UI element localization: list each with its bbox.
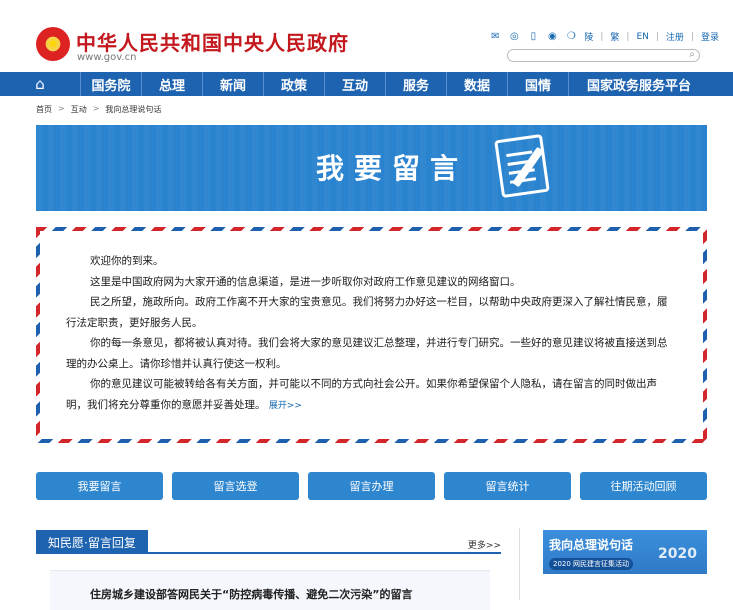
site-url: www.gov.cn <box>77 52 137 63</box>
utility-bar: ✉ ◎ ▯ ◉ ❍ 陵 | 繁 | EN | 注册 | 登录 <box>489 30 719 43</box>
wechat-mini-icon[interactable]: ◎ <box>508 31 520 42</box>
chevron-right-icon: > <box>58 104 65 113</box>
site-header: ★ 中华人民共和国中央人民政府 www.gov.cn ✉ ◎ ▯ ◉ ❍ 陵 |… <box>0 0 733 72</box>
tab-leave-message[interactable]: 我要留言 <box>36 472 163 500</box>
replies-section-header: 知民愿·留言回复 更多>> <box>36 530 501 554</box>
tab-message-handling[interactable]: 留言办理 <box>308 472 435 500</box>
nav-item-state-council[interactable]: 国务院 <box>81 75 141 94</box>
nav-item-services[interactable]: 服务 <box>386 75 446 94</box>
util-link-traditional[interactable]: 繁 <box>610 30 619 43</box>
letter-paragraph: 你的意见建议可能被转给各有关方面，并可能以不同的方式向社会公开。如果你希望保留个… <box>66 378 657 411</box>
util-link-login[interactable]: 登录 <box>701 30 719 43</box>
document-pen-icon <box>494 133 550 199</box>
letter-paragraph: 你的每一条意见，都将被认真对待。我们会将大家的意见建议汇总整理，并进行专门研究。… <box>66 337 668 370</box>
letter-paragraph: 这里是中国政府网为大家开通的信息渠道，是进一步听取你对政府工作意见建议的网络窗口… <box>90 275 521 288</box>
mobile-icon[interactable]: ▯ <box>527 31 539 42</box>
weibo-icon[interactable]: ◉ <box>546 31 558 42</box>
nav-item-data[interactable]: 数据 <box>447 75 507 94</box>
main-nav: ⌂ 国务院 总理 新闻 政策 互动 服务 数据 国情 国家政务服务平台 <box>0 72 733 96</box>
breadcrumb-home[interactable]: 首页 <box>36 104 52 115</box>
promo-subtitle: 2020 网民建言征集活动 <box>549 558 634 570</box>
list-item[interactable]: 住房城乡建设部答网民关于“防控病毒传播、避免二次污染”的留言 <box>50 570 490 610</box>
nav-item-news[interactable]: 新闻 <box>203 75 263 94</box>
more-link[interactable]: 更多>> <box>468 538 501 551</box>
banner-title: 我要留言 <box>316 152 469 185</box>
wechat-icon[interactable]: ❍ <box>565 31 577 42</box>
tab-selected-messages[interactable]: 留言选登 <box>172 472 299 500</box>
search-icon[interactable]: ⌕ <box>689 49 695 60</box>
action-tabs: 我要留言 留言选登 留言办理 留言统计 往期活动回顾 <box>36 472 707 500</box>
chevron-right-icon: > <box>92 104 100 113</box>
expand-link[interactable]: 展开>> <box>269 401 302 411</box>
nav-item-premier[interactable]: 总理 <box>142 75 202 94</box>
breadcrumb: 首页 > 互动 > 我向总理说句话 <box>36 104 161 115</box>
nav-item-gov-service-platform[interactable]: 国家政务服务平台 <box>569 75 709 94</box>
tab-past-activities[interactable]: 往期活动回顾 <box>580 472 707 500</box>
search-input[interactable]: ⌕ <box>507 49 700 62</box>
util-link-register[interactable]: 注册 <box>666 30 684 43</box>
national-emblem-icon[interactable]: ★ <box>36 27 70 61</box>
section-label: 知民愿·留言回复 <box>36 530 148 554</box>
nav-item-policy[interactable]: 政策 <box>264 75 324 94</box>
nav-item-national-info[interactable]: 国情 <box>508 75 568 94</box>
promo-year: 2020 <box>658 546 697 562</box>
welcome-letter: 欢迎你的到来。 这里是中国政府网为大家开通的信息渠道，是进一步听取你对政府工作意… <box>36 227 707 443</box>
divider <box>519 528 520 600</box>
promo-title: 我向总理说句话 <box>549 538 634 552</box>
letter-paragraph: 欢迎你的到来。 <box>90 255 164 267</box>
home-nav-icon[interactable]: ⌂ <box>0 72 80 96</box>
util-link-accessible[interactable]: 陵 <box>584 30 593 43</box>
nav-item-interaction[interactable]: 互动 <box>325 75 385 94</box>
campaign-promo-banner[interactable]: 我向总理说句话 2020 2020 网民建言征集活动 <box>543 530 707 574</box>
tab-message-statistics[interactable]: 留言统计 <box>444 472 571 500</box>
breadcrumb-interaction[interactable]: 互动 <box>71 104 87 115</box>
email-icon[interactable]: ✉ <box>489 31 501 42</box>
breadcrumb-current[interactable]: 我向总理说句话 <box>105 104 161 115</box>
util-link-english[interactable]: EN <box>636 32 648 42</box>
leave-message-banner: 我要留言 <box>36 125 707 211</box>
letter-paragraph: 民之所望，施政所向。政府工作离不开大家的宝贵意见。我们将努力办好这一栏目，以帮助… <box>66 296 668 329</box>
